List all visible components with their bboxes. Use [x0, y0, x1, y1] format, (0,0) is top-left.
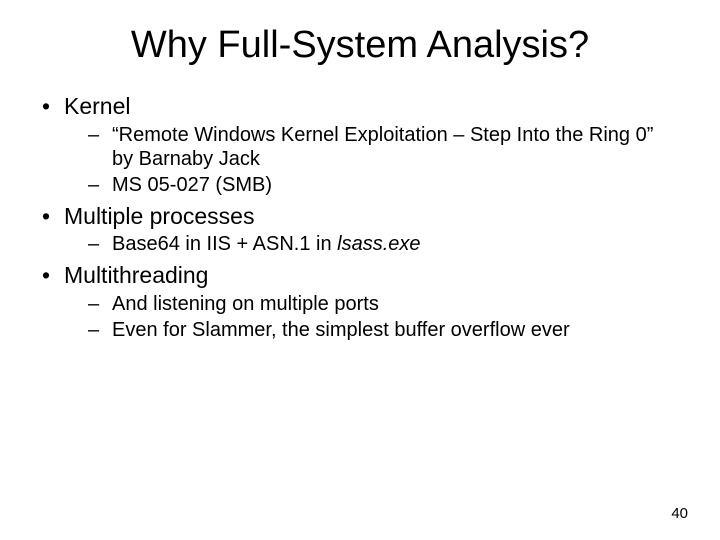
bullet-list-level1: Kernel “Remote Windows Kernel Exploitati… — [40, 93, 680, 342]
sub-bullet: “Remote Windows Kernel Exploitation – St… — [64, 123, 680, 171]
sub-bullet: MS 05-027 (SMB) — [64, 173, 680, 197]
page-number: 40 — [671, 505, 688, 522]
bullet-heading: Multithreading — [64, 262, 208, 288]
bullet-multiple-processes: Multiple processes Base64 in IIS + ASN.1… — [40, 203, 680, 257]
sub-bullet: And listening on multiple ports — [64, 292, 680, 316]
bullet-heading: Kernel — [64, 93, 130, 119]
bullet-list-level2: And listening on multiple ports Even for… — [64, 292, 680, 342]
bullet-list-level2: “Remote Windows Kernel Exploitation – St… — [64, 123, 680, 197]
bullet-kernel: Kernel “Remote Windows Kernel Exploitati… — [40, 93, 680, 197]
bullet-multithreading: Multithreading And listening on multiple… — [40, 262, 680, 342]
bullet-heading: Multiple processes — [64, 203, 254, 229]
sub-bullet: Even for Slammer, the simplest buffer ov… — [64, 318, 680, 342]
italic-filename: lsass.exe — [337, 233, 420, 255]
slide: Why Full-System Analysis? Kernel “Remote… — [0, 0, 720, 540]
sub-bullet: Base64 in IIS + ASN.1 in lsass.exe — [64, 232, 680, 256]
bullet-list-level2: Base64 in IIS + ASN.1 in lsass.exe — [64, 232, 680, 256]
slide-content: Kernel “Remote Windows Kernel Exploitati… — [0, 77, 720, 342]
slide-title: Why Full-System Analysis? — [0, 0, 720, 77]
